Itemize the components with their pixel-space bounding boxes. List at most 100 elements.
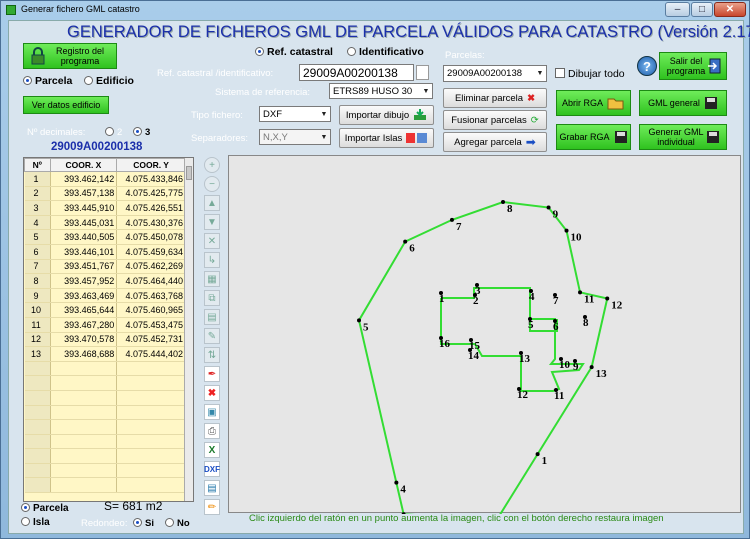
zoom-in-icon[interactable]: +: [204, 157, 220, 173]
coordinates-table[interactable]: Nº COOR. X COOR. Y 1 393.462,142 4.075.433…: [23, 157, 194, 502]
cell-empty[interactable]: [24, 361, 51, 377]
table-row[interactable]: 5 393.440,505 4.075.450,078: [24, 229, 186, 245]
brush-icon[interactable]: ✎: [204, 328, 220, 344]
cell-y[interactable]: 4.075.433,846: [116, 171, 186, 187]
image-icon[interactable]: ▣: [204, 404, 220, 420]
radio-dec-3[interactable]: 3: [133, 127, 150, 138]
cell-empty[interactable]: [50, 463, 118, 479]
ref-input[interactable]: 29009A00200138: [299, 64, 414, 81]
printer-icon[interactable]: ⎙: [204, 423, 220, 439]
ver-datos-edificio-button[interactable]: Ver datos edificio: [23, 96, 109, 114]
cell-x[interactable]: 393.467,280: [50, 317, 118, 333]
fusionar-parcelas-button[interactable]: Fusionar parcelas ⟳: [443, 110, 547, 130]
tipo-select[interactable]: DXF ▼: [259, 106, 331, 122]
clear-icon[interactable]: ✖: [204, 385, 220, 401]
cell-x[interactable]: 393.457,138: [50, 186, 118, 202]
cell-y[interactable]: 4.075.464,440: [116, 273, 186, 289]
table-row[interactable]: 11 393.467,280 4.075.453,475: [24, 317, 186, 333]
zoom-out-icon[interactable]: −: [204, 176, 220, 192]
radio-edificio[interactable]: Edificio: [84, 75, 134, 87]
cell-y[interactable]: 4.075.426,551: [116, 200, 186, 216]
cell-n[interactable]: 2: [24, 186, 51, 202]
table-row-empty[interactable]: [24, 448, 186, 464]
cell-empty[interactable]: [50, 434, 118, 450]
cell-x[interactable]: 393.468,688: [50, 346, 118, 362]
cell-n[interactable]: 11: [24, 317, 51, 333]
table-row[interactable]: 3 393.445,910 4.075.426,551: [24, 200, 186, 216]
cell-n[interactable]: 12: [24, 332, 51, 348]
table-row[interactable]: 2 393.457,138 4.075.425,775: [24, 186, 186, 202]
parcel-drawing[interactable]: 1234567891011121312345678910111213141516: [229, 156, 742, 534]
cell-n[interactable]: 5: [24, 229, 51, 245]
table-row[interactable]: 7 393.451,767 4.075.462,269: [24, 259, 186, 275]
cell-n[interactable]: 13: [24, 346, 51, 362]
excel-icon[interactable]: X: [204, 442, 220, 458]
cell-x[interactable]: 393.451,767: [50, 259, 118, 275]
cell-empty[interactable]: [116, 361, 186, 377]
cell-y[interactable]: 4.075.459,634: [116, 244, 186, 260]
gml-general-button[interactable]: GML general: [639, 90, 727, 116]
gml-individual-button[interactable]: Generar GML individual: [639, 124, 727, 150]
cell-empty[interactable]: [50, 361, 118, 377]
help-icon[interactable]: ?: [637, 56, 657, 76]
abrir-rga-button[interactable]: Abrir RGA: [556, 90, 631, 116]
sort-icon[interactable]: ⇅: [204, 347, 220, 363]
grid-icon[interactable]: ▦: [204, 271, 220, 287]
importar-islas-button[interactable]: Importar Islas: [339, 128, 434, 148]
cell-empty[interactable]: [116, 463, 186, 479]
cell-y[interactable]: 4.075.462,269: [116, 259, 186, 275]
table-row-empty[interactable]: [24, 477, 186, 494]
cell-y[interactable]: 4.075.460,965: [116, 302, 186, 318]
cell-empty[interactable]: [50, 448, 118, 464]
table-row[interactable]: 6 393.446,101 4.075.459,634: [24, 244, 186, 260]
close-button[interactable]: ✕: [714, 2, 746, 17]
table-row[interactable]: 4 393.445,031 4.075.430,376: [24, 215, 186, 231]
dibujar-todo-checkbox[interactable]: Dibujar todo: [555, 68, 625, 80]
cell-empty[interactable]: [50, 477, 118, 494]
cell-y[interactable]: 4.075.425,775: [116, 186, 186, 202]
salir-button[interactable]: Salir del programa: [659, 52, 727, 80]
copy-icon[interactable]: ⧉: [204, 290, 220, 306]
cell-empty[interactable]: [50, 390, 118, 406]
paste-icon[interactable]: [416, 65, 429, 80]
cell-empty[interactable]: [116, 434, 186, 450]
cell-empty[interactable]: [116, 405, 186, 421]
cell-x[interactable]: 393.470,578: [50, 332, 118, 348]
cell-empty[interactable]: [116, 375, 186, 391]
sistema-select[interactable]: ETRS89 HUSO 30 ▼: [329, 83, 433, 99]
cell-y[interactable]: 4.075.444,402: [116, 346, 186, 362]
scroll-thumb[interactable]: [186, 166, 192, 180]
cell-n[interactable]: 3: [24, 200, 51, 216]
radio-parcela-bottom[interactable]: Parcela: [21, 503, 69, 514]
cell-n[interactable]: 9: [24, 288, 51, 304]
paste-point-icon[interactable]: ▤: [204, 309, 220, 325]
cell-empty[interactable]: [24, 419, 51, 435]
dxf-icon[interactable]: DXF: [204, 461, 220, 477]
cell-n[interactable]: 4: [24, 215, 51, 231]
cell-empty[interactable]: [24, 434, 51, 450]
cell-empty[interactable]: [116, 448, 186, 464]
table-row[interactable]: 10 393.465,644 4.075.460,965: [24, 302, 186, 318]
radio-no[interactable]: No: [165, 518, 190, 529]
cell-x[interactable]: 393.445,031: [50, 215, 118, 231]
cell-x[interactable]: 393.446,101: [50, 244, 118, 260]
move-up-icon[interactable]: ▲: [204, 195, 220, 211]
move-down-icon[interactable]: ▼: [204, 214, 220, 230]
cell-y[interactable]: 4.075.430,376: [116, 215, 186, 231]
cell-empty[interactable]: [24, 405, 51, 421]
cell-empty[interactable]: [24, 390, 51, 406]
cell-x[interactable]: 393.445,910: [50, 200, 118, 216]
save-icon[interactable]: ▤: [204, 480, 220, 496]
maximize-button[interactable]: □: [691, 2, 713, 17]
cell-empty[interactable]: [116, 390, 186, 406]
radio-si[interactable]: Si: [133, 518, 154, 529]
radio-dec-2[interactable]: 2: [105, 127, 122, 138]
cell-empty[interactable]: [24, 463, 51, 479]
table-row[interactable]: 8 393.457,952 4.075.464,440: [24, 273, 186, 289]
table-row-empty[interactable]: [24, 375, 186, 391]
cell-x[interactable]: 393.440,505: [50, 229, 118, 245]
cell-n[interactable]: 10: [24, 302, 51, 318]
cell-x[interactable]: 393.465,644: [50, 302, 118, 318]
grabar-rga-button[interactable]: Grabar RGA: [556, 124, 631, 150]
cell-empty[interactable]: [24, 477, 51, 494]
